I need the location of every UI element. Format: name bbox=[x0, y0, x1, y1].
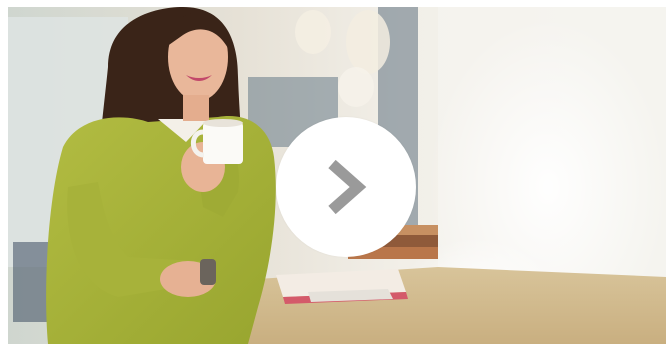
slide-frame bbox=[8, 7, 666, 344]
chevron-right-icon bbox=[328, 159, 367, 215]
next-slide-button[interactable] bbox=[276, 117, 416, 257]
